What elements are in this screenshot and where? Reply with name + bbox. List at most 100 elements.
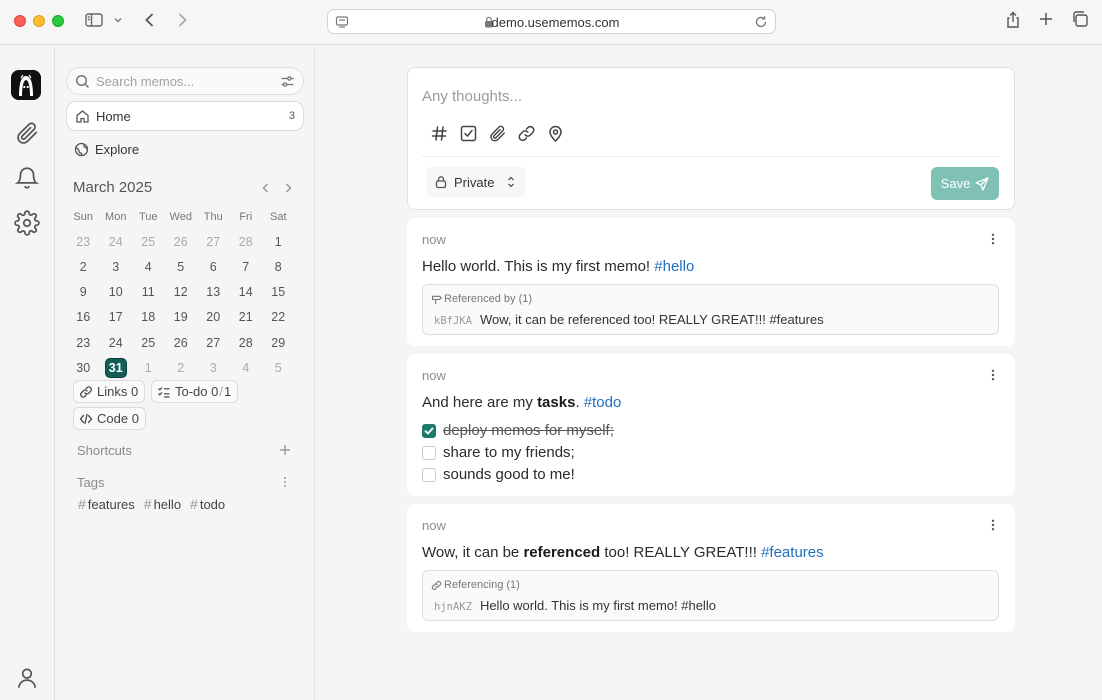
calendar-day[interactable]: 4 <box>230 361 263 375</box>
forward-icon[interactable] <box>172 10 192 30</box>
memo-hashtag[interactable]: #todo <box>584 394 622 411</box>
calendar-day[interactable]: 13 <box>197 285 230 299</box>
memo-hashtag[interactable]: #hello <box>654 258 694 275</box>
calendar-day[interactable]: 27 <box>197 336 230 350</box>
task-checkbox[interactable] <box>422 445 436 460</box>
bell-icon[interactable] <box>14 165 40 191</box>
calendar-day[interactable]: 23 <box>67 336 100 350</box>
memo-editor-input[interactable]: Any thoughts... <box>422 88 522 105</box>
tag-item[interactable]: # todo <box>190 496 225 512</box>
add-shortcut-icon[interactable] <box>278 443 292 457</box>
new-tab-icon[interactable] <box>1037 10 1055 28</box>
reload-icon[interactable] <box>754 15 768 29</box>
code-stat-chip[interactable]: Code 0 <box>73 407 146 430</box>
paperclip-icon[interactable] <box>14 120 40 146</box>
calendar-day[interactable]: 23 <box>67 235 100 249</box>
tabs-overview-icon[interactable] <box>1071 10 1089 28</box>
calendar-day[interactable]: 16 <box>67 310 100 324</box>
calendar-prev-month-icon[interactable] <box>260 182 272 194</box>
nav-item-home[interactable]: Home 3 <box>66 101 304 131</box>
minimize-window-button[interactable] <box>33 15 45 27</box>
calendar-grid: Sun Mon Tue Wed Thu Fri Sat 23 24 25 26 … <box>67 204 311 380</box>
address-bar[interactable]: demo.usememos.com <box>327 9 776 34</box>
paperclip-icon[interactable] <box>488 124 507 143</box>
task-checkbox[interactable] <box>422 467 436 482</box>
memo-hashtag[interactable]: #features <box>761 544 824 561</box>
calendar-day[interactable]: 21 <box>230 310 263 324</box>
user-icon[interactable] <box>14 665 40 691</box>
reference-item[interactable]: kBfJKA Wow, it can be referenced too! RE… <box>434 312 824 327</box>
calendar-day[interactable]: 1 <box>132 361 165 375</box>
calendar-day[interactable]: 20 <box>197 310 230 324</box>
calendar-day[interactable]: 6 <box>197 260 230 274</box>
link-icon[interactable] <box>517 124 536 143</box>
chevron-down-icon[interactable] <box>113 15 123 25</box>
calendar-day[interactable]: 17 <box>100 310 133 324</box>
map-pin-icon[interactable] <box>546 124 565 143</box>
nav-item-explore[interactable]: Explore <box>66 135 304 165</box>
calendar-day[interactable]: 24 <box>100 336 133 350</box>
share-icon[interactable] <box>1003 10 1023 30</box>
visibility-selector[interactable]: Private <box>426 167 527 197</box>
calendar-day[interactable]: 15 <box>262 285 295 299</box>
close-window-button[interactable] <box>14 15 26 27</box>
calendar-day[interactable]: 2 <box>165 361 198 375</box>
tags-more-icon[interactable] <box>278 475 292 489</box>
calendar-day[interactable]: 9 <box>67 285 100 299</box>
calendar-day[interactable]: 24 <box>100 235 133 249</box>
calendar-day[interactable]: 28 <box>230 235 263 249</box>
task-checkbox-checked[interactable] <box>422 423 436 438</box>
tag-item[interactable]: # hello <box>144 496 181 512</box>
calendar-day[interactable]: 18 <box>132 310 165 324</box>
calendar-day[interactable]: 25 <box>132 235 165 249</box>
more-options-icon[interactable] <box>986 518 1000 532</box>
search-input[interactable] <box>96 68 276 94</box>
weekday-label: Mon <box>105 210 127 223</box>
calendar-day[interactable]: 27 <box>197 235 230 249</box>
calendar-day[interactable]: 30 <box>67 361 100 375</box>
todo-stat-chip[interactable]: To-do 0/1 <box>151 380 239 403</box>
reference-item[interactable]: hjnAKZ Hello world. This is my first mem… <box>434 598 716 613</box>
tag-item[interactable]: # features <box>78 496 135 512</box>
calendar-day[interactable]: 22 <box>262 310 295 324</box>
links-stat-chip[interactable]: Links 0 <box>73 380 146 403</box>
calendar-day[interactable]: 19 <box>165 310 198 324</box>
calendar-day[interactable]: 11 <box>132 285 165 299</box>
calendar-day[interactable]: 12 <box>165 285 198 299</box>
calendar-day[interactable]: 25 <box>132 336 165 350</box>
calendar-month-title: March 2025 <box>73 179 153 196</box>
memo-timestamp: now <box>422 518 446 533</box>
save-button[interactable]: Save <box>931 167 999 200</box>
memos-logo[interactable] <box>11 70 41 100</box>
more-options-icon[interactable] <box>986 368 1000 382</box>
back-icon[interactable] <box>140 10 160 30</box>
calendar-day[interactable]: 4 <box>132 260 165 274</box>
tag-label: features <box>87 496 135 512</box>
calendar-day[interactable]: 28 <box>230 336 263 350</box>
calendar-day[interactable]: 29 <box>262 336 295 350</box>
calendar-next-month-icon[interactable] <box>282 182 294 194</box>
filter-icon[interactable] <box>280 74 295 89</box>
calendar-day[interactable]: 8 <box>262 260 295 274</box>
tag-label: todo <box>199 496 226 512</box>
calendar-day[interactable]: 7 <box>230 260 263 274</box>
calendar-day[interactable]: 2 <box>67 260 100 274</box>
calendar-day[interactable]: 1 <box>262 235 295 249</box>
checkbox-icon[interactable] <box>459 124 478 143</box>
calendar-day-today[interactable]: 31 <box>100 357 133 378</box>
code-icon <box>79 413 93 424</box>
calendar-day[interactable]: 3 <box>100 260 133 274</box>
calendar-day[interactable]: 5 <box>165 260 198 274</box>
more-options-icon[interactable] <box>986 232 1000 246</box>
sidebar-toggle-icon[interactable] <box>84 10 104 30</box>
calendar-day[interactable]: 14 <box>230 285 263 299</box>
calendar-day[interactable]: 5 <box>262 361 295 375</box>
calendar-day[interactable]: 10 <box>100 285 133 299</box>
calendar-day[interactable]: 26 <box>165 336 198 350</box>
hash-icon[interactable] <box>430 124 449 143</box>
task-item: deploy memos for myself; <box>422 422 614 439</box>
calendar-day[interactable]: 3 <box>197 361 230 375</box>
zoom-window-button[interactable] <box>52 15 64 27</box>
gear-icon[interactable] <box>14 210 40 236</box>
calendar-day[interactable]: 26 <box>165 235 198 249</box>
